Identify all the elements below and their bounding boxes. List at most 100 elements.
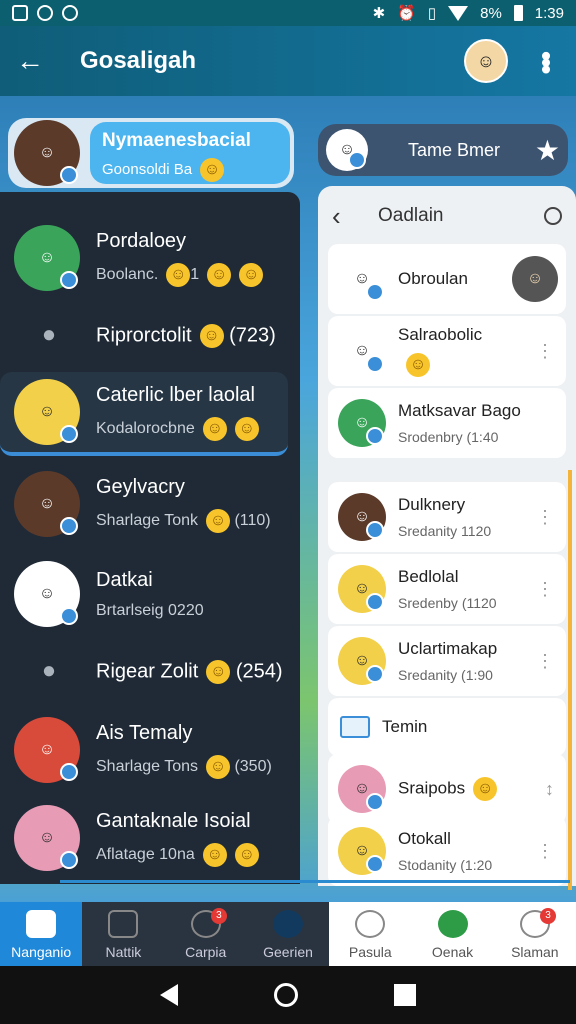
- list-item[interactable]: ☺ Otokall Stodanity (1:20 ⋮: [328, 816, 566, 886]
- list-item[interactable]: ☺ Uclartimakap Sredanity (1:90 ⋮: [328, 626, 566, 696]
- list-item[interactable]: ☺ Datkai Brtarlseig 0220: [0, 552, 300, 636]
- clock: 1:39: [534, 4, 564, 22]
- person-icon: ●: [41, 657, 57, 684]
- avatar: ☺: [14, 471, 80, 537]
- tab-label: Nanganio: [11, 944, 72, 960]
- emoji-icon: ☺: [406, 353, 430, 377]
- chat-sub: Boolanc. ☺ 1 ☺ ☺: [96, 262, 300, 287]
- chevron-left-icon[interactable]: ‹: [332, 201, 372, 232]
- chat-name: Bedlolal: [398, 567, 459, 586]
- person-icon: ●: [41, 321, 57, 348]
- chat-name: Caterlic lber laolal: [96, 383, 255, 406]
- tab-geerien[interactable]: Geerien: [246, 902, 330, 966]
- check-circle-icon: [355, 910, 386, 938]
- tab-slaman[interactable]: 3 Slaman: [494, 902, 576, 966]
- emoji-icon: ☺: [200, 158, 225, 182]
- home-icon: [26, 910, 57, 938]
- profile-avatar[interactable]: ☺: [464, 39, 508, 83]
- emoji-icon: ☺: [202, 842, 227, 867]
- recents-icon[interactable]: [394, 984, 416, 1006]
- list-item[interactable]: ☺ Obroulan ☺: [328, 244, 566, 314]
- tab-pasula[interactable]: Pasula: [329, 902, 411, 966]
- chat-name: Dulknery: [398, 495, 466, 514]
- emoji-icon: ☺: [199, 324, 224, 348]
- battery-icon: [513, 5, 523, 21]
- emoji-icon: ☺: [206, 508, 230, 533]
- list-item[interactable]: ☺ Ais Temaly Sharlage Tons ☺ (350): [0, 708, 300, 792]
- list-item[interactable]: ☺ Gantaknale Isoial Aflatage 10na ☺ ☺: [0, 796, 300, 880]
- chat-name: Pordaloey: [96, 229, 187, 252]
- chat-name: Otokall: [398, 829, 451, 848]
- list-item[interactable]: ● Rigear Zolit ☺ (254): [0, 630, 300, 714]
- more-vertical-icon[interactable]: ⋮: [536, 651, 566, 672]
- chat-sub: Sharlage Tonk ☺ (110): [96, 508, 300, 533]
- chat-sub: Aflatage 10na ☺ ☺: [96, 842, 300, 867]
- avatar: ☺: [338, 827, 386, 875]
- chat-list-right: ‹ Oadlain ☺ Obroulan ☺ ☺ Salraobolic ☺ ⋮ …: [318, 186, 576, 886]
- chat-name: Datkai: [96, 568, 153, 591]
- avatar: ☺: [14, 717, 80, 783]
- more-vertical-icon[interactable]: ⋮: [536, 507, 566, 528]
- panel-title: Oadlain: [378, 205, 444, 226]
- tab-carpia[interactable]: 3 Carpia: [164, 902, 247, 966]
- pinned-chat-left[interactable]: ☺ Nymaenesbacial Goonsoldi Ba ☺: [8, 118, 294, 188]
- more-vertical-icon[interactable]: •••: [531, 51, 562, 71]
- more-vertical-icon[interactable]: ↕: [545, 779, 566, 800]
- list-item[interactable]: ☺ Bedlolal Sredenby (1120 ⋮: [328, 554, 566, 624]
- list-item[interactable]: ☺ Caterlic lber laolal Kodalorocbne ☺ ☺: [0, 372, 288, 456]
- tab-label: Pasula: [348, 944, 392, 960]
- notification-icon: [37, 5, 53, 21]
- person-icon[interactable]: [544, 207, 562, 225]
- list-item[interactable]: ☺ Salraobolic ☺ ⋮: [328, 316, 566, 386]
- more-vertical-icon[interactable]: ⋮: [536, 341, 566, 362]
- chat-name: Uclartimakap: [398, 639, 498, 658]
- chat-sub: Sredanity (1:90: [398, 667, 493, 683]
- alarm-icon: ⏰: [397, 5, 416, 22]
- tab-label: Nattik: [105, 944, 142, 960]
- back-icon[interactable]: [160, 984, 178, 1006]
- emoji-icon: ☺: [207, 262, 232, 287]
- list-item[interactable]: ● Riprorctolit ☺ (723): [0, 294, 300, 378]
- chat-name: Obroulan: [398, 269, 468, 288]
- home-circle-icon[interactable]: [274, 983, 298, 1007]
- status-bar: ✱ ⏰ ▯ 8% 1:39: [0, 0, 576, 26]
- tab-label: Geerien: [263, 944, 313, 960]
- chat-sub: Kodalorocbne ☺ ☺: [96, 416, 288, 441]
- avatar: ☺: [338, 565, 386, 613]
- emoji-icon: ☺: [234, 842, 259, 867]
- bottom-nav: Nanganio Nattik 3 Carpia Geerien Pasula …: [0, 902, 576, 966]
- emoji-icon: ☺: [239, 262, 264, 287]
- tab-label: Slaman: [511, 944, 559, 960]
- tab-nanganio[interactable]: Nanganio: [0, 902, 83, 966]
- more-vertical-icon[interactable]: ⋮: [536, 579, 566, 600]
- system-nav-bar: [0, 966, 576, 1024]
- list-item[interactable]: ☺ Sraipobs ☺ ↕: [328, 754, 566, 824]
- folder-icon: [108, 910, 139, 938]
- pinned-name: Nymaenesbacial: [102, 130, 251, 151]
- avatar: ☺: [338, 765, 386, 813]
- tab-nattik[interactable]: Nattik: [82, 902, 165, 966]
- list-item[interactable]: ☺ Matksavar Bago Srodenbry (1:40: [328, 388, 566, 458]
- chat-name: Temin: [382, 717, 428, 736]
- chat-name: Riprorctolit ☺ (723): [96, 324, 276, 348]
- list-item[interactable]: ☺ Dulknery Sredanity 1120 ⋮: [328, 482, 566, 552]
- page-title: Gosaligah: [80, 47, 197, 74]
- chat-name: Matksavar Bago: [398, 401, 521, 420]
- emoji-icon: ☺: [473, 777, 498, 801]
- chat-sub: Sredanity 1120: [398, 523, 492, 539]
- avatar: ☺: [512, 256, 558, 302]
- bluetooth-icon: ✱: [372, 5, 386, 22]
- arrow-left-icon[interactable]: ←: [16, 45, 56, 77]
- pinned-chat-right[interactable]: ☺ Tame Bmer ★: [318, 124, 568, 176]
- list-item[interactable]: Temin: [328, 698, 566, 756]
- star-icon[interactable]: ★: [535, 134, 560, 167]
- scrollbar[interactable]: [568, 470, 572, 890]
- chat-list-left: ☺ Pordaloey Boolanc. ☺ 1 ☺ ☺ ● Riprorctolit ☺…: [0, 192, 300, 884]
- tab-oenak[interactable]: Oenak: [411, 902, 493, 966]
- more-vertical-icon[interactable]: ⋮: [536, 841, 566, 862]
- chat-name: Salraobolic: [398, 325, 483, 344]
- panel-header: ‹ Oadlain: [318, 186, 576, 246]
- list-item[interactable]: ☺ Pordaloey Boolanc. ☺ 1 ☺ ☺: [0, 216, 300, 300]
- list-item[interactable]: ☺ Geylvacry Sharlage Tonk ☺ (110): [0, 462, 300, 546]
- avatar: ☺: [338, 493, 386, 541]
